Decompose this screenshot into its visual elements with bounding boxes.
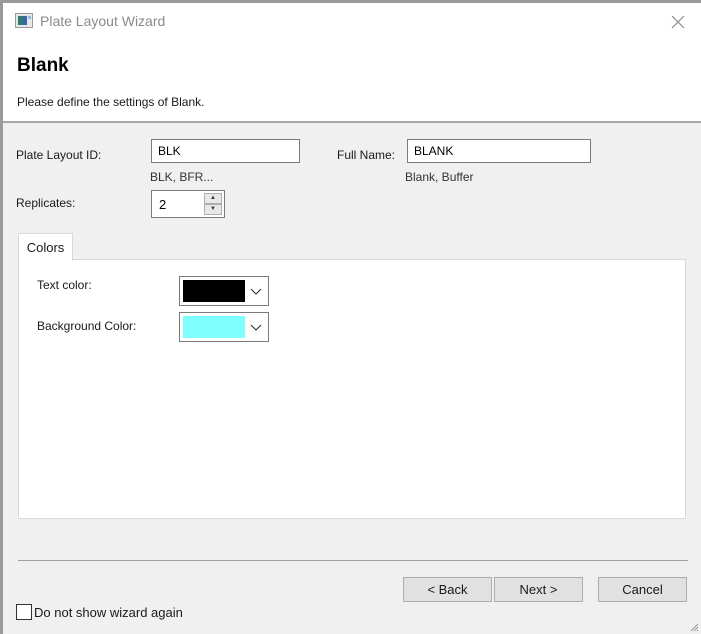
close-button[interactable] [655, 3, 701, 41]
colors-tab-panel: Text color: Background Color: [18, 259, 686, 519]
replicates-value[interactable]: 2 [159, 197, 166, 212]
background-color-label: Background Color: [37, 319, 137, 333]
replicates-spinbox[interactable]: 2 ▲ ▼ [151, 190, 225, 218]
page-subtitle: Please define the settings of Blank. [17, 95, 205, 109]
footer-separator [18, 560, 688, 561]
window-title: Plate Layout Wizard [40, 13, 166, 29]
full-name-input[interactable]: BLANK [407, 139, 591, 163]
spin-down-icon: ▼ [210, 206, 216, 212]
plate-layout-id-input[interactable]: BLK [151, 139, 300, 163]
app-icon [15, 13, 33, 28]
resize-grip-icon[interactable] [689, 622, 699, 632]
plate-layout-id-hint: BLK, BFR... [150, 170, 214, 184]
full-name-label: Full Name: [337, 148, 396, 162]
do-not-show-again-checkbox[interactable] [16, 604, 32, 620]
spin-up-button[interactable]: ▲ [204, 193, 222, 204]
background-color-swatch [183, 316, 245, 338]
full-name-hint: Blank, Buffer [405, 170, 474, 184]
back-button[interactable]: < Back [403, 577, 492, 602]
text-color-label: Text color: [37, 278, 92, 292]
plate-layout-id-label: Plate Layout ID: [16, 148, 102, 162]
close-icon [671, 15, 685, 29]
background-color-picker[interactable] [179, 312, 269, 342]
page-title: Blank [17, 55, 69, 76]
spin-down-button[interactable]: ▼ [204, 204, 222, 215]
title-bar: Plate Layout Wizard [3, 3, 701, 41]
cancel-button[interactable]: Cancel [598, 577, 687, 602]
do-not-show-again-label: Do not show wizard again [34, 604, 183, 620]
chevron-down-icon [250, 324, 262, 331]
tab-colors[interactable]: Colors [18, 233, 73, 261]
text-color-picker[interactable] [179, 276, 269, 306]
replicates-label: Replicates: [16, 196, 76, 210]
text-color-swatch [183, 280, 245, 302]
chevron-down-icon [250, 288, 262, 295]
spin-up-icon: ▲ [210, 195, 216, 201]
plate-layout-wizard-window: Plate Layout Wizard Blank Please define … [0, 0, 701, 634]
wizard-header: Blank Please define the settings of Blan… [3, 41, 701, 123]
do-not-show-again-option[interactable]: Do not show wizard again [16, 604, 183, 620]
next-button[interactable]: Next > [494, 577, 583, 602]
